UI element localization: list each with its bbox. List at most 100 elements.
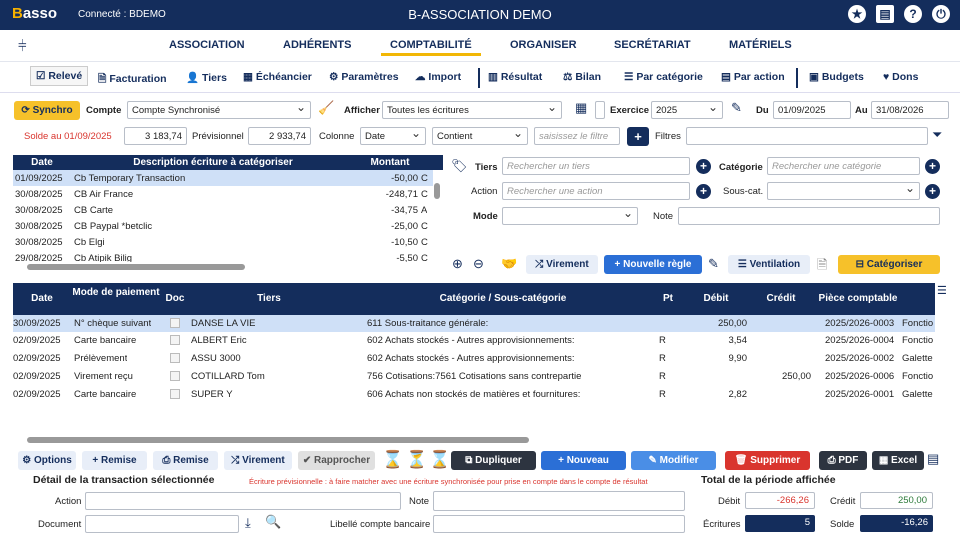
doc-checkbox[interactable] [170,371,180,381]
nav-materiels[interactable]: MATÉRIELS [729,39,792,51]
bank-row[interactable]: 30/08/2025 CB Air France -248,71 C [13,186,433,202]
rapprocher-button[interactable]: ✔ Rapprocher [298,451,375,470]
bank-row[interactable]: 01/09/2025 Cb Temporary Transaction -50,00… [13,170,433,186]
menu-toggle-icon[interactable]: ⫩ [18,38,27,55]
table-row[interactable]: 02/09/2025 Carte bancaire SUPER Y 606 Achat… [13,386,935,404]
nav-comptabilite[interactable]: COMPTABILITÉ [381,39,481,56]
colonne-select[interactable]: Date [360,127,426,145]
supprimer-button[interactable]: 🗑 Supprimer [725,451,810,470]
nav-secretariat[interactable]: SECRÉTARIAT [614,39,691,51]
doc-checkbox[interactable] [170,335,180,345]
bank-row[interactable]: 30/08/2025 Cb Elgi -10,50 C [13,234,433,250]
categoriser-button[interactable]: ⊟ Catégoriser [838,255,940,274]
bank-row[interactable]: 29/08/2025 Cb Atipik Bilig -5,50 C [13,250,433,262]
tab-echeancier[interactable]: ▦ Échéancier [243,71,312,83]
tab-bilan[interactable]: ⚖ Bilan [563,71,601,83]
du-date-input[interactable]: 01/09/2025 [773,101,851,119]
bank-row[interactable]: 30/08/2025 CB Paypal *betclic -25,00 C [13,218,433,234]
remise-add-button[interactable]: + Remise [82,451,147,470]
tab-par-categorie[interactable]: ☰ Par catégorie [624,71,703,83]
tab-tiers[interactable]: 👤 Tiers [186,71,227,84]
filtres-input[interactable] [686,127,928,145]
zoom-out-icon[interactable]: ⊖ [473,256,484,272]
ventilation-button[interactable]: ☰ Ventilation [728,255,810,274]
clear-filter-icon[interactable]: ⏷ [932,127,942,143]
options-button[interactable]: ⚙ Options [18,451,76,470]
table-row[interactable]: 02/09/2025 Prélèvement ASSU 3000 602 Achats… [13,350,935,368]
compte-select[interactable]: Compte Synchronisé [127,101,311,119]
contient-select[interactable]: Contient [432,127,528,145]
souscat-select[interactable] [767,182,920,200]
export-icon[interactable]: ▤ [927,451,939,467]
power-icon[interactable]: ⏻ [932,5,950,23]
nav-adherents[interactable]: ADHÉRENTS [283,39,351,51]
doc-checkbox[interactable] [170,389,180,399]
book-icon[interactable]: ▤ [876,5,894,23]
download-icon[interactable]: ⤓ [245,515,251,531]
note-input[interactable] [678,207,940,225]
detail-libelle-input[interactable] [433,515,685,533]
table-row[interactable]: 02/09/2025 Virement reçu COTILLARD Tom 756 … [13,368,935,386]
add-souscat-button[interactable]: + [925,184,940,199]
action-label: Action [471,186,498,197]
nouvelle-regle-button[interactable]: + Nouvelle règle [604,255,702,274]
nouveau-button[interactable]: + Nouveau [541,451,626,470]
detail-document-input[interactable] [85,515,239,533]
tiers-search-input[interactable]: Rechercher un tiers [502,157,690,175]
nav-organiser[interactable]: ORGANISER [510,39,577,51]
synchro-button[interactable]: ⟳ Synchro [14,101,80,120]
tab-dons[interactable]: ♥ Dons [883,71,918,83]
star-icon[interactable]: ★ [848,5,866,23]
tab-import[interactable]: ☁ Import [415,71,461,83]
action-search-input[interactable]: Rechercher une action [502,182,690,200]
tab-budgets[interactable]: ▣ Budgets [809,71,864,83]
handshake-icon[interactable]: 🤝 [501,256,517,272]
tab-par-action[interactable]: ▤ Par action [721,71,785,83]
virement-action-button[interactable]: ⤮ Virement [224,451,292,470]
table-row[interactable]: 30/09/2025 N° chèque suivant DANSE LA VIE 6… [13,315,935,332]
exercice-checkbox[interactable] [595,101,605,119]
add-tiers-button[interactable]: + [696,159,711,174]
zoom-in-icon[interactable]: ⊕ [452,256,463,272]
broom-icon[interactable]: 🧹 [318,100,334,116]
doc-checkbox[interactable] [170,353,180,363]
bank-row[interactable]: 30/08/2025 CB Carte -34,75 A [13,202,433,218]
categorie-search-input[interactable]: Rechercher une catégorie [767,157,920,175]
mode-select[interactable] [502,207,638,225]
filter-input[interactable]: saisissez le filtre [534,127,620,145]
excel-button[interactable]: ▦ Excel [872,451,924,470]
modifier-button[interactable]: ✎ Modifier [631,451,716,470]
detail-action-input[interactable] [85,492,401,510]
pdf-button[interactable]: ⎙ PDF [819,451,867,470]
help-icon[interactable]: ? [904,5,922,23]
add-filter-button[interactable]: + [627,127,649,146]
exercice-select[interactable]: 2025 [651,101,723,119]
accounting-h-scrollbar[interactable] [27,437,529,443]
remise-print-button[interactable]: ⎙ Remise [153,451,218,470]
bank-h-scrollbar[interactable] [27,264,245,270]
edit-rule-icon[interactable]: ✎ [708,256,719,272]
table-row[interactable]: 02/09/2025 Carte bancaire ALBERT Eric 602 A… [13,332,935,350]
hourglass-empty-icon[interactable]: ⌛ [382,450,403,470]
tab-releve[interactable]: ☑ Relevé [30,66,89,86]
virement-button[interactable]: ⤮ Virement [526,255,598,274]
afficher-select[interactable]: Toutes les écritures [382,101,562,119]
hourglass-half-icon[interactable]: ⏳ [406,450,427,470]
dupliquer-button[interactable]: ⧉ Dupliquer [451,451,536,470]
add-categorie-button[interactable]: + [925,159,940,174]
tab-facturation[interactable]: 🗎 Facturation [98,71,167,89]
pencil-icon[interactable]: ✎ [731,100,742,116]
column-menu-icon[interactable]: ☰ [937,284,947,297]
add-action-button[interactable]: + [696,184,711,199]
au-date-input[interactable]: 31/08/2026 [871,101,949,119]
calendar-icon[interactable]: ▦ [575,100,587,116]
bank-v-scrollbar[interactable] [434,183,440,199]
nav-association[interactable]: ASSOCIATION [169,39,245,51]
doc-checkbox[interactable] [170,318,180,328]
tab-parametres[interactable]: ⚙ Paramètres [329,71,399,83]
detail-note-input[interactable] [433,491,685,511]
document-icon[interactable]: 🗎 [817,256,827,278]
hourglass-full-icon[interactable]: ⌛ [429,450,450,470]
search-icon[interactable]: 🔍 [265,514,281,530]
tab-resultat[interactable]: ▥ Résultat [488,71,542,83]
